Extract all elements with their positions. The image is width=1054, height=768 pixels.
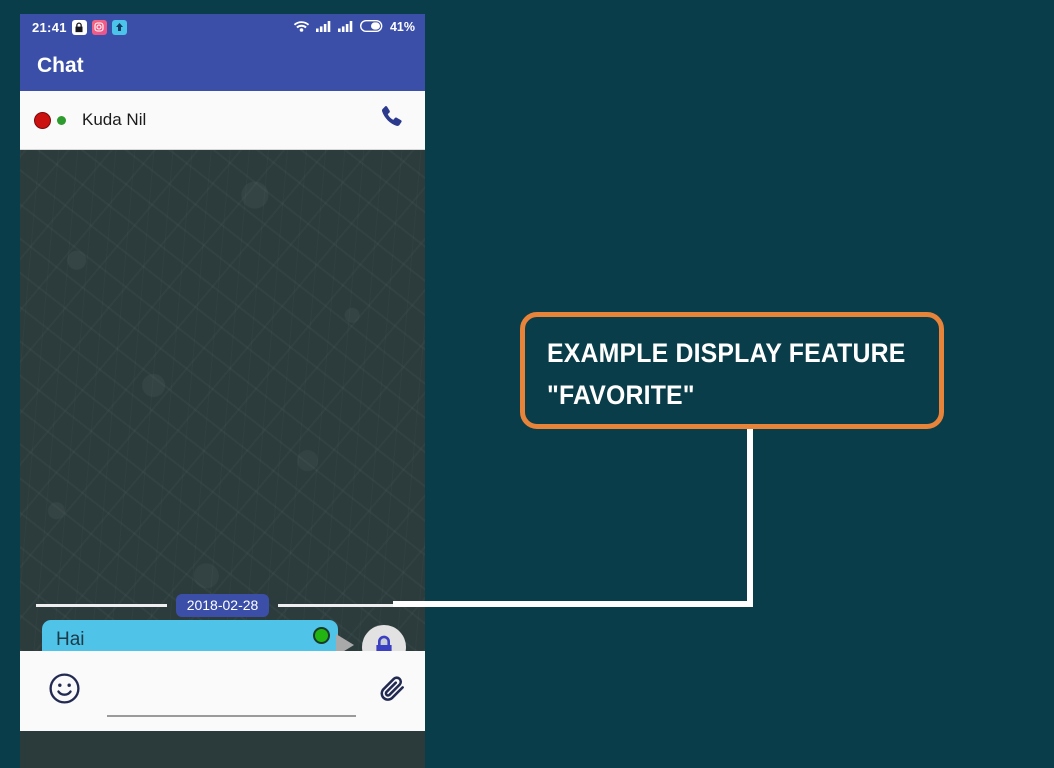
phone-screenshot-panel: 21:41 41% Chat Kuda Nil 2018-02-28 Hai <box>20 14 425 768</box>
green-status-dot[interactable] <box>313 627 330 644</box>
signal-icon-2 <box>337 20 354 35</box>
instagram-icon <box>91 19 107 35</box>
wifi-icon <box>293 19 310 35</box>
annotation-callout: EXAMPLE DISPLAY FEATURE "FAVORITE" <box>520 312 944 429</box>
lock-icon <box>71 19 87 35</box>
chat-message-incoming[interactable]: Hai <box>42 620 406 651</box>
chat-message-list[interactable]: 2018-02-28 Hai 2018-02-28 21:05:32 <box>20 150 425 651</box>
app-bar: Chat <box>20 40 425 91</box>
annotation-line-2: "FAVORITE" <box>547 379 695 410</box>
message-text: Hai <box>56 629 85 650</box>
red-dot-icon <box>34 111 51 129</box>
annotation-connector-horizontal <box>393 601 751 607</box>
date-separator-label: 2018-02-28 <box>175 594 270 617</box>
lock-avatar-icon[interactable] <box>362 625 406 651</box>
message-input[interactable] <box>107 687 356 717</box>
message-bubble[interactable]: Hai <box>42 620 354 651</box>
status-bar-clock: 21:41 <box>32 19 67 35</box>
contact-name: Kuda Nil <box>82 110 147 129</box>
phone-call-icon[interactable] <box>377 103 407 138</box>
green-dot-icon <box>57 115 66 125</box>
bubble-tail <box>336 634 354 651</box>
date-separator: 2018-02-28 <box>20 594 425 617</box>
smiley-face-icon[interactable] <box>48 672 81 710</box>
status-bar-right: 41% <box>293 19 415 35</box>
battery-icon <box>359 19 384 35</box>
date-separator-rule-left <box>36 604 167 607</box>
signal-icon-1 <box>315 20 332 35</box>
annotation-connector-vertical <box>747 429 753 607</box>
date-separator-rule-right <box>278 604 409 607</box>
upload-arrow-icon <box>111 19 127 35</box>
annotation-line-1: EXAMPLE DISPLAY FEATURE <box>547 338 906 368</box>
status-bar: 21:41 41% <box>20 14 425 40</box>
status-bar-left: 21:41 <box>32 19 127 35</box>
contact-row[interactable]: Kuda Nil <box>20 91 425 150</box>
paperclip-icon[interactable] <box>378 674 407 708</box>
page-title: Chat <box>37 53 84 77</box>
message-input-bar <box>20 651 425 731</box>
battery-percent-label: 41% <box>389 20 415 34</box>
